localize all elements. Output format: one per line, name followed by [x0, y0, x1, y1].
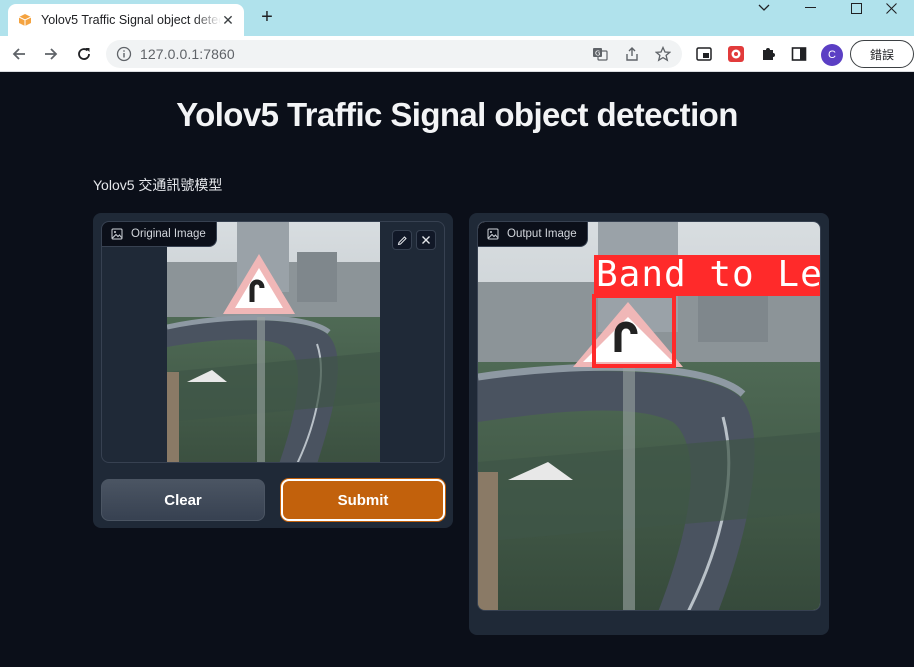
- share-icon[interactable]: [623, 45, 641, 63]
- profile-avatar[interactable]: C: [821, 44, 843, 66]
- clear-button[interactable]: Clear: [101, 479, 265, 521]
- svg-text:G: G: [595, 50, 600, 58]
- address-bar[interactable]: 127.0.0.1:7860 G: [106, 40, 682, 68]
- back-icon[interactable]: [7, 42, 31, 66]
- close-icon[interactable]: ✕: [220, 12, 236, 28]
- submit-button[interactable]: Submit: [281, 479, 445, 521]
- window-close-icon[interactable]: [868, 0, 914, 16]
- original-image-box[interactable]: Original Image: [101, 221, 445, 463]
- star-icon[interactable]: [654, 45, 672, 63]
- browser-tab[interactable]: Yolov5 Traffic Signal object detection ✕: [8, 4, 244, 36]
- page-title: Yolov5 Traffic Signal object detection: [176, 96, 738, 133]
- close-icon[interactable]: [416, 230, 436, 250]
- puzzle-icon[interactable]: [758, 44, 778, 64]
- image-icon: [111, 228, 123, 240]
- picture-in-picture-icon[interactable]: [694, 44, 714, 64]
- tab-strip: Yolov5 Traffic Signal object detection ✕…: [0, 0, 914, 36]
- original-image-label: Original Image: [102, 222, 217, 247]
- browser-toolbar: 127.0.0.1:7860 G C 錯誤: [0, 36, 914, 72]
- translate-icon[interactable]: G: [591, 45, 609, 63]
- url-text: 127.0.0.1:7860: [140, 46, 235, 62]
- tab-title: Yolov5 Traffic Signal object detection: [41, 13, 221, 27]
- edit-icon[interactable]: [392, 230, 412, 250]
- minimize-icon[interactable]: [787, 0, 833, 16]
- info-icon[interactable]: [116, 46, 132, 62]
- forward-icon[interactable]: [39, 42, 63, 66]
- extension-red-icon[interactable]: [726, 44, 746, 64]
- favicon-icon: [18, 13, 32, 27]
- sidepanel-icon[interactable]: [789, 44, 809, 64]
- image-icon: [487, 228, 499, 240]
- output-image-box: Output Image Band to Le: [477, 221, 821, 611]
- chevron-down-icon[interactable]: [741, 0, 787, 16]
- reload-icon[interactable]: [72, 42, 96, 66]
- output-image-label: Output Image: [478, 222, 588, 247]
- new-tab-icon[interactable]: +: [256, 6, 278, 28]
- page-description: Yolov5 交通訊號模型: [93, 177, 223, 193]
- error-chip[interactable]: 錯誤: [850, 40, 914, 68]
- detection-label: Band to Le: [596, 254, 821, 295]
- original-image: [167, 222, 380, 462]
